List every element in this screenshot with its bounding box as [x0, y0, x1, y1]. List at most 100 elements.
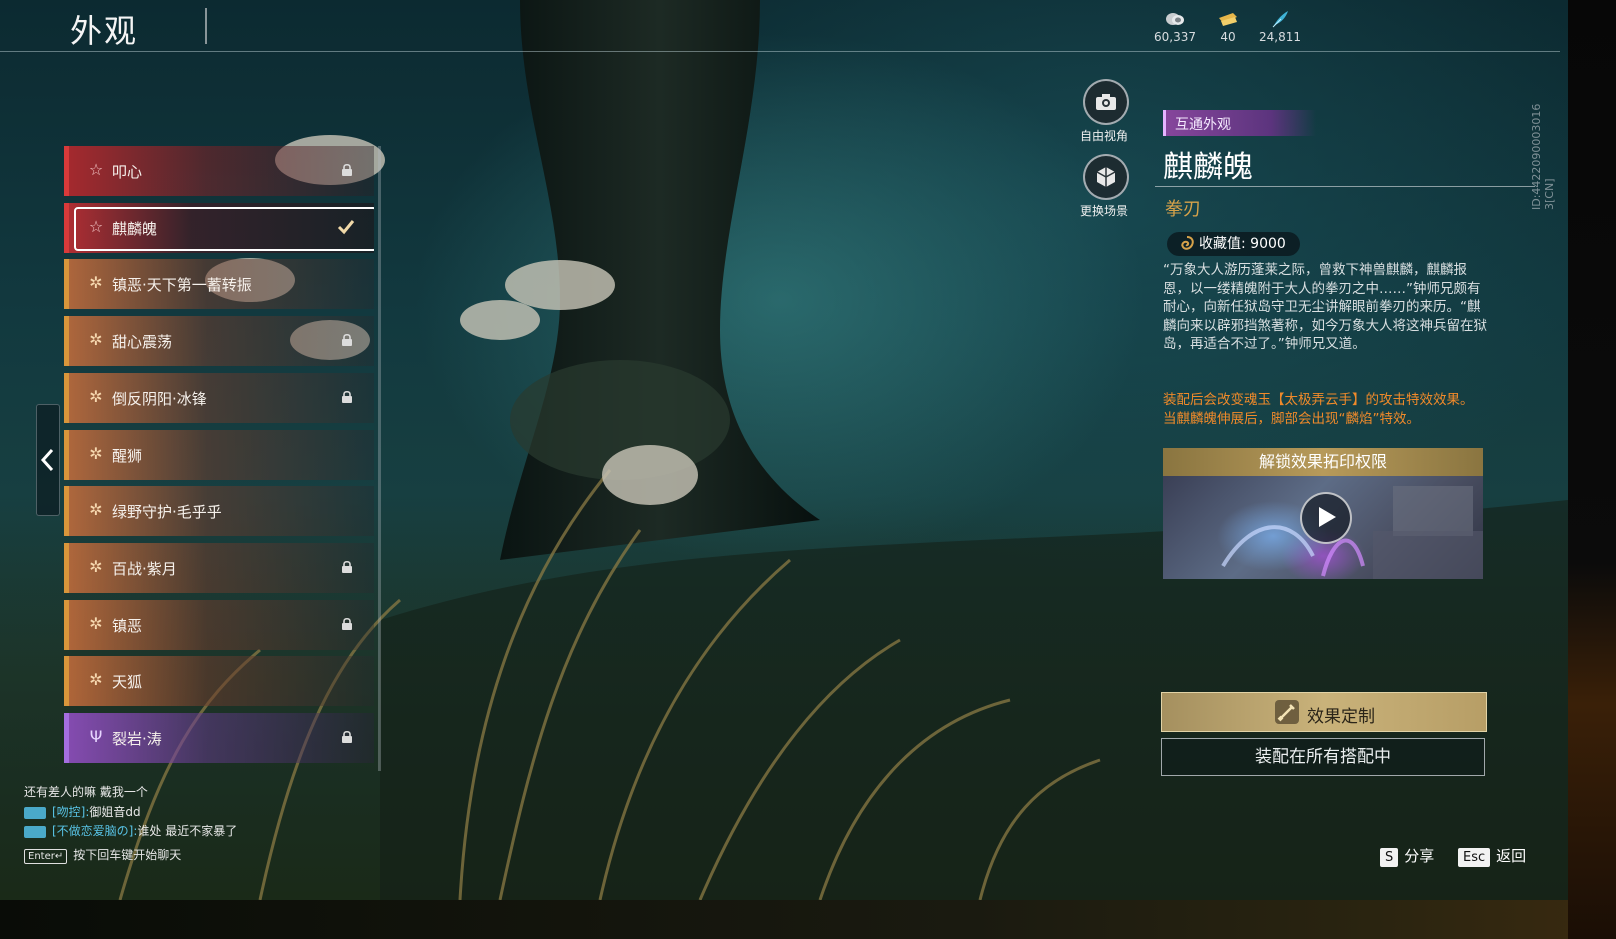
chat-channel-icon [24, 825, 46, 838]
currency-tickets: 40 [1198, 10, 1258, 44]
skin-list-item-label: 百战·紫月 [112, 559, 177, 578]
name-divider [1155, 186, 1535, 187]
title-separator [205, 8, 207, 44]
lock-icon [342, 730, 352, 743]
checkmark-icon [337, 219, 355, 234]
page-title: 外观 [70, 12, 139, 50]
back-key: Esc [1458, 848, 1491, 867]
skin-list: ☆ 叩心 ☆ 麒麟魄 ✲ 镇恶·天下第一蓄转振 ✲ 甜心震荡 ✲ 倒反阴阳·冰锋 ✲ 醒狮 ✲ 绿野守护·… [64, 146, 374, 776]
flower-icon: ✲ [89, 386, 103, 406]
collection-value: 9000 [1250, 236, 1286, 252]
collection-value-badge: 收藏值: 9000 [1167, 232, 1300, 256]
skin-list-item-label: 天狐 [112, 673, 143, 692]
chat-sender[interactable]: [吻控]: [52, 805, 89, 819]
chat-hint-text: 按下回车键开始聊天 [73, 848, 182, 862]
star-icon: ☆ [88, 160, 104, 179]
chat-message-text: 谁处 最近不家暴了 [137, 824, 238, 838]
equip-all-outfits-button[interactable]: 装配在所有搭配中 [1161, 738, 1485, 776]
top-bar: 外观 60,337 40 24,811 [0, 0, 1568, 52]
trident-icon: Ψ [89, 727, 103, 746]
flower-icon: ✲ [89, 670, 103, 690]
free-view-button[interactable] [1083, 79, 1129, 125]
feather-icon [1272, 11, 1288, 28]
chat-message: [吻控]:御姐音dd [24, 803, 141, 820]
skin-list-item-label: 叩心 [112, 163, 143, 181]
star-icon: ☆ [88, 216, 104, 236]
camera-icon [1096, 94, 1116, 110]
chat-message: 还有差人的嘛 戴我一个 [24, 783, 148, 800]
skin-list-item-label: 醒狮 [112, 446, 143, 465]
chat-input-hint[interactable]: Enter↵ 按下回车键开始聊天 [24, 846, 181, 864]
skin-list-item[interactable]: ☆ 麒麟魄 [64, 202, 374, 253]
right-letterbox [1568, 0, 1616, 939]
scene-cube-icon [1096, 167, 1116, 187]
skin-list-item[interactable]: ✲ 镇恶 [64, 599, 374, 650]
skin-list-item-label: 甜心震荡 [112, 333, 173, 352]
back-hotkey[interactable]: Esc 返回 [1458, 845, 1526, 867]
skin-list-item-label: 倒反阴阳·冰锋 [112, 389, 207, 408]
skin-list-item[interactable]: ✲ 倒反阴阳·冰锋 [64, 372, 374, 423]
currency-feathers-value: 24,811 [1259, 30, 1301, 44]
back-label: 返回 [1496, 847, 1527, 865]
currency-coins-value: 60,337 [1154, 30, 1196, 44]
currency-coins: 60,337 [1145, 10, 1205, 44]
effect-preview-video[interactable] [1163, 476, 1483, 579]
collection-icon [1181, 236, 1194, 250]
brush-icon [1275, 700, 1299, 724]
skin-list-item[interactable]: ✲ 百战·紫月 [64, 542, 374, 593]
chat-channel-icon [24, 806, 46, 819]
change-scene-button[interactable] [1083, 154, 1129, 200]
skin-list-item[interactable]: ✲ 醒狮 [64, 429, 374, 480]
enter-key-badge: Enter↵ [24, 849, 68, 864]
cross-platform-tag: 互通外观 [1163, 110, 1316, 136]
skin-list-item[interactable]: ☆ 叩心 [64, 146, 374, 196]
unlock-effect-title: 解锁效果拓印权限 [1163, 448, 1483, 476]
chat-message-text: 还有差人的嘛 戴我一个 [24, 785, 148, 799]
currency-feathers: 24,811 [1250, 10, 1310, 44]
lock-icon [342, 617, 352, 630]
cross-platform-tag-text: 互通外观 [1175, 117, 1231, 133]
effect-customize-label: 效果定制 [1307, 707, 1375, 727]
currency-tickets-value: 40 [1220, 30, 1236, 44]
collapse-list-button[interactable] [36, 404, 60, 516]
flower-icon: ✲ [89, 556, 103, 576]
flower-icon: ✲ [89, 273, 103, 293]
weapon-type: 拳刃 [1165, 199, 1201, 220]
lock-icon [342, 334, 352, 347]
top-bar-divider [0, 51, 1560, 52]
lock-icon [342, 163, 352, 176]
play-button[interactable] [1300, 492, 1352, 544]
skin-list-scrollbar[interactable] [378, 146, 381, 771]
ticket-icon [1219, 13, 1237, 26]
collection-label: 收藏值: [1199, 236, 1246, 252]
flower-icon: ✲ [89, 330, 103, 350]
skin-list-item[interactable]: ✲ 甜心震荡 [64, 316, 374, 367]
skin-description: “万象大人游历蓬莱之际，曾救下神兽麒麟，麒麟报恩，以一缕精魄附于大人的拳刃之中…… [1163, 262, 1487, 352]
chevron-left-icon [40, 448, 54, 472]
share-hotkey[interactable]: S 分享 [1380, 845, 1434, 867]
flower-icon: ✲ [89, 443, 103, 463]
share-key: S [1380, 848, 1399, 867]
free-view-label: 自由视角 [1079, 129, 1128, 143]
flower-icon: ✲ [89, 613, 103, 633]
skin-list-item[interactable]: ✲ 天狐 [64, 656, 374, 707]
bottom-letterbox [0, 900, 1616, 939]
skin-name: 麒麟魄 [1163, 150, 1253, 185]
change-scene-label: 更换场景 [1079, 204, 1128, 218]
share-label: 分享 [1404, 847, 1435, 865]
chat-sender[interactable]: [不做恋爱脑の]: [52, 824, 137, 838]
skin-list-item[interactable]: Ψ 裂岩·涛 [64, 713, 374, 763]
build-id: ID:4422090003016 3[CN] [1530, 103, 1556, 210]
skin-list-item-label: 裂岩·涛 [112, 730, 162, 748]
effect-customize-button[interactable]: 效果定制 [1161, 692, 1487, 732]
skin-list-item[interactable]: ✲ 镇恶·天下第一蓄转振 [64, 259, 374, 310]
skin-effect-text: 装配后会改变魂玉【太极弄云手】的攻击特效效果。当麒麟魄伸展后，脚部会出现“麟焰”… [1163, 392, 1474, 427]
lock-icon [342, 560, 352, 573]
chat-message-text: 御姐音dd [89, 805, 141, 819]
unlock-effect-panel: 解锁效果拓印权限 [1163, 448, 1483, 579]
skin-list-item[interactable]: ✲ 绿野守护·毛乎乎 [64, 486, 374, 537]
coin-stack-icon [1166, 13, 1184, 25]
skin-list-item-label: 麒麟魄 [112, 219, 158, 238]
chat-message: [不做恋爱脑の]:谁处 最近不家暴了 [24, 822, 237, 839]
flower-icon: ✲ [89, 500, 103, 520]
